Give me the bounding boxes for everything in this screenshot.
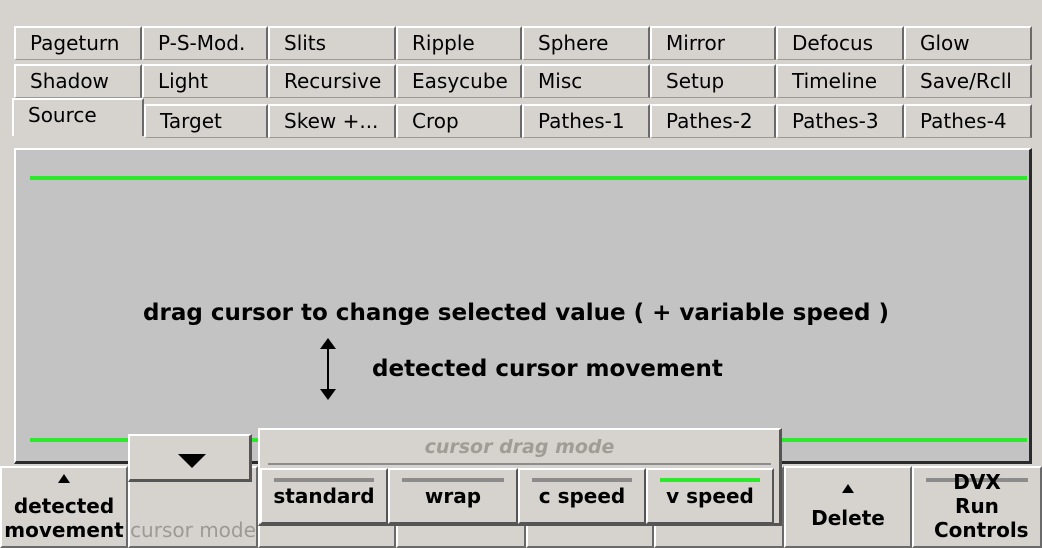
dvx-run-controls-button[interactable]: DVX Run Controls	[912, 466, 1042, 548]
tab-glow[interactable]: Glow	[904, 26, 1032, 60]
chevron-down-icon	[178, 454, 206, 468]
mode-indicator	[532, 478, 632, 482]
tab-sphere[interactable]: Sphere	[522, 26, 650, 60]
mode-standard-button[interactable]: standard	[260, 468, 388, 524]
close-popup-button[interactable]	[128, 434, 252, 482]
tab-easycube[interactable]: Easycube	[396, 64, 522, 98]
tab-pathes-1[interactable]: Pathes-1	[522, 104, 650, 138]
tab-pageturn[interactable]: Pageturn	[14, 26, 142, 60]
cursor-drag-area[interactable]: drag cursor to change selected value ( +…	[14, 148, 1032, 464]
tab-timeline[interactable]: Timeline	[776, 64, 904, 98]
drag-instruction: drag cursor to change selected value ( +…	[143, 300, 889, 326]
mode-v-speed-button[interactable]: v speed	[646, 468, 774, 524]
tab-defocus[interactable]: Defocus	[776, 26, 904, 60]
tab-pathes-3[interactable]: Pathes-3	[776, 104, 904, 138]
mode-indicator	[402, 478, 504, 482]
detected-cursor-movement-label: detected cursor movement	[372, 356, 723, 382]
tab-recursive[interactable]: Recursive	[268, 64, 396, 98]
mode-c-speed-button[interactable]: c speed	[518, 468, 646, 524]
tab-mirror[interactable]: Mirror	[650, 26, 776, 60]
mode-label: wrap	[424, 484, 482, 508]
delete-button[interactable]: Delete	[784, 466, 912, 548]
mode-indicator-active	[660, 478, 760, 482]
mode-label: v speed	[666, 484, 754, 508]
tab-setup[interactable]: Setup	[650, 64, 776, 98]
detected-movement-button[interactable]: detected movement	[0, 466, 128, 548]
tab-pathes-4[interactable]: Pathes-4	[904, 104, 1032, 138]
mode-indicator	[274, 478, 374, 482]
tab-bar: Pageturn P-S-Mod. Slits Ripple Sphere Mi…	[0, 0, 1042, 150]
tab-p-s-mod[interactable]: P-S-Mod.	[142, 26, 268, 60]
delete-label: Delete	[811, 506, 885, 530]
up-down-arrow-icon	[320, 338, 336, 400]
tab-slits[interactable]: Slits	[268, 26, 396, 60]
cursor-mode-label: cursor mode	[130, 518, 256, 542]
tab-misc[interactable]: Misc	[522, 64, 650, 98]
tab-crop[interactable]: Crop	[396, 104, 522, 138]
triangle-up-icon	[58, 474, 70, 483]
popup-divider	[268, 463, 771, 465]
tab-source[interactable]: Source	[12, 98, 144, 136]
cursor-drag-mode-popup: cursor drag mode standard wrap c speed v…	[258, 428, 782, 526]
upper-limit-line	[30, 176, 1027, 180]
mode-label: standard	[273, 484, 375, 508]
tab-shadow[interactable]: Shadow	[14, 64, 142, 98]
tab-ripple[interactable]: Ripple	[396, 26, 522, 60]
detected-movement-label: detected movement	[4, 494, 124, 542]
dvx-run-controls-label: DVX Run Controls	[934, 470, 1029, 542]
tab-pathes-2[interactable]: Pathes-2	[650, 104, 776, 138]
mode-label: c speed	[538, 484, 626, 508]
tab-save-rcll[interactable]: Save/Rcll	[904, 64, 1032, 98]
popup-title: cursor drag mode	[424, 436, 615, 458]
mode-wrap-button[interactable]: wrap	[388, 468, 518, 524]
tab-target[interactable]: Target	[144, 104, 268, 138]
tab-light[interactable]: Light	[142, 64, 268, 98]
tab-skew[interactable]: Skew +...	[268, 104, 396, 138]
triangle-up-icon	[842, 484, 854, 493]
